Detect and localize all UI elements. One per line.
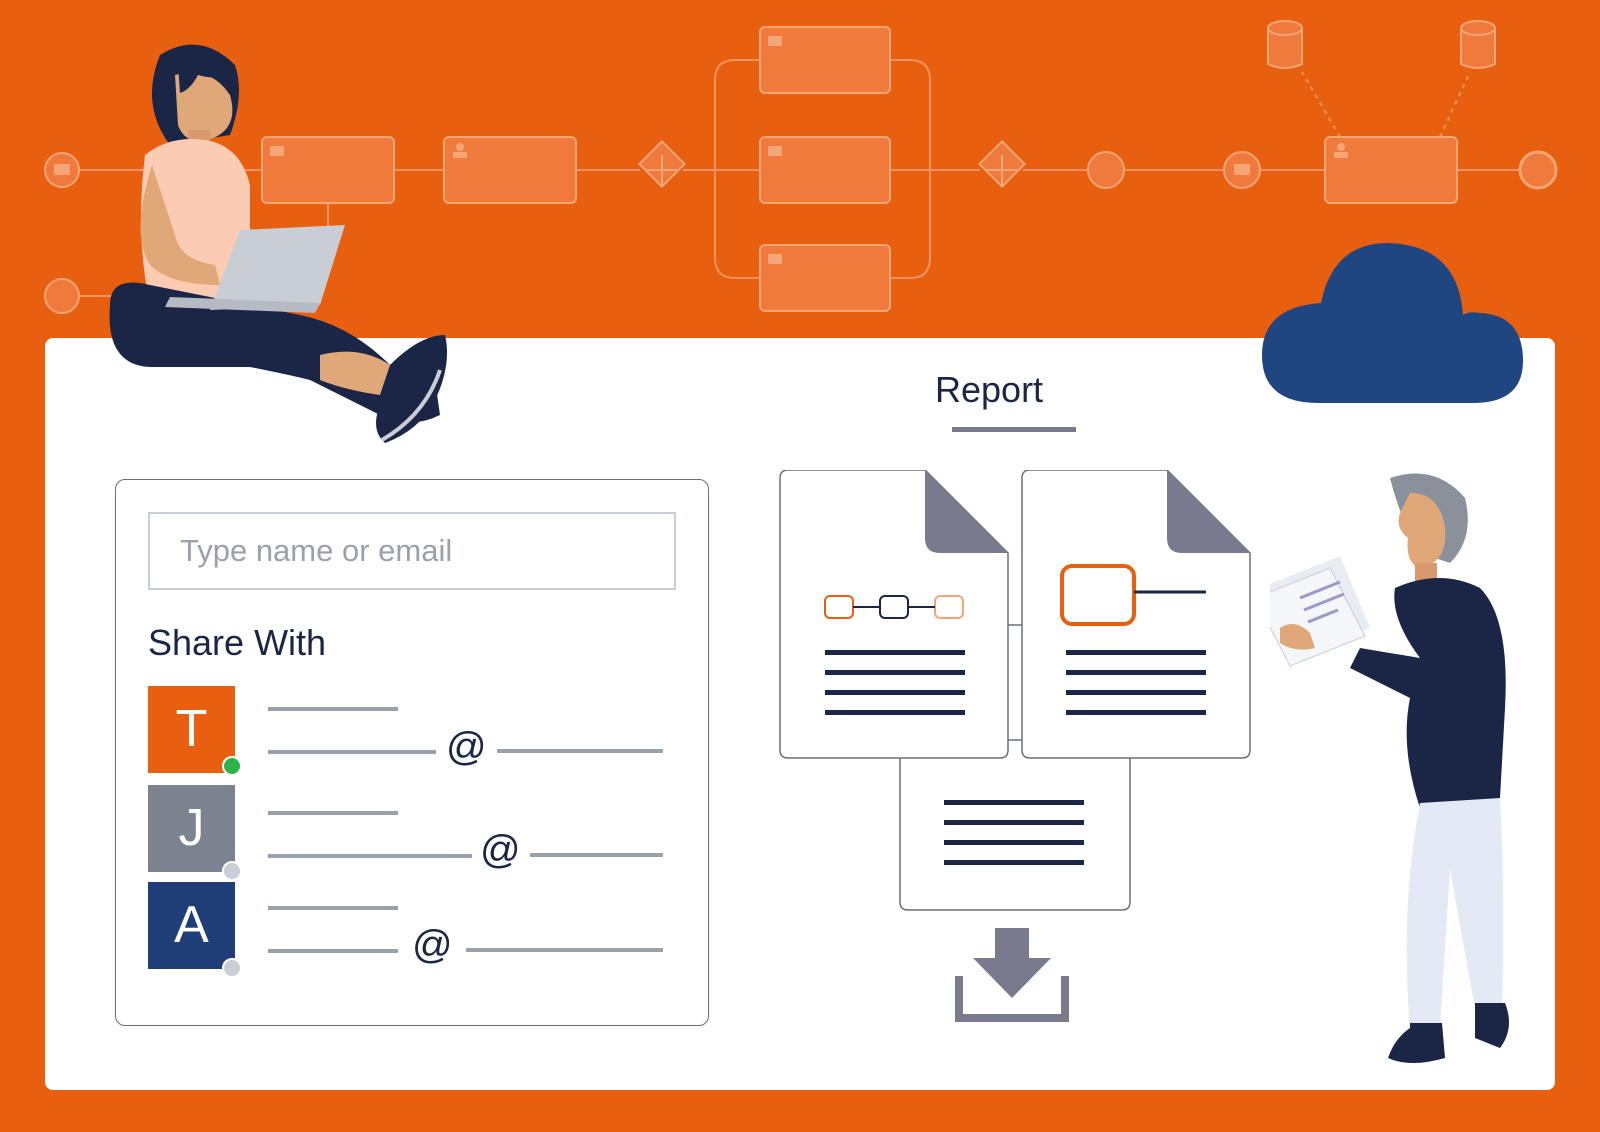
report-underline <box>952 427 1076 432</box>
status-offline-indicator <box>222 958 242 978</box>
document-3 <box>899 739 1131 911</box>
email-domain-placeholder <box>497 749 663 753</box>
status-online-indicator <box>222 756 242 776</box>
report-heading: Report <box>935 369 1044 410</box>
email-domain-placeholder <box>466 948 663 952</box>
status-offline-indicator <box>222 861 242 881</box>
report-documents[interactable] <box>770 470 1260 920</box>
document-2 <box>1021 470 1251 759</box>
share-with-heading: Share With <box>148 622 327 663</box>
avatar: A <box>148 882 235 969</box>
at-symbol: @ <box>446 725 487 769</box>
contact-name-placeholder <box>268 906 398 910</box>
man-reading-illustration <box>1270 473 1509 1063</box>
email-domain-placeholder <box>530 853 663 857</box>
avatar: T <box>148 686 235 773</box>
email-user-placeholder <box>268 949 398 953</box>
cloud-icon <box>1262 243 1523 403</box>
at-symbol: @ <box>480 828 521 872</box>
at-symbol: @ <box>412 923 453 967</box>
email-user-placeholder <box>268 854 472 858</box>
avatar: J <box>148 785 235 872</box>
contact-name-placeholder <box>268 811 398 815</box>
search-input[interactable] <box>148 512 676 590</box>
email-user-placeholder <box>268 750 436 754</box>
contact-name-placeholder <box>268 707 398 711</box>
document-1 <box>779 470 1009 759</box>
woman-with-laptop-illustration <box>109 44 448 443</box>
download-icon[interactable] <box>955 928 1075 1024</box>
